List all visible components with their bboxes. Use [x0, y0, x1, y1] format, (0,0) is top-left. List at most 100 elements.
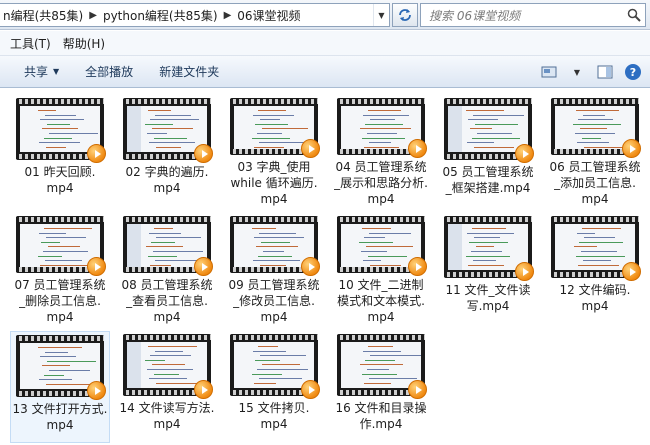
thumbnail-screen	[20, 343, 100, 389]
thumbnail-sidebar	[448, 224, 462, 270]
thumbnail-code-line	[578, 119, 613, 121]
thumbnail-code-line	[149, 378, 187, 380]
film-strip	[337, 335, 425, 340]
file-item[interactable]: 15 文件拷贝. mp4	[224, 331, 324, 443]
share-button[interactable]: 共享 ▼	[16, 60, 67, 83]
breadcrumb-item[interactable]: n编程(共85集)	[0, 7, 86, 24]
preview-pane-icon[interactable]	[594, 61, 616, 83]
menu-tools[interactable]: 工具(T)	[4, 33, 57, 54]
file-name-line: _修改员工信息.	[233, 294, 315, 308]
file-name-line: mp4	[260, 192, 288, 206]
thumbnail-code-line	[366, 246, 413, 248]
address-dropdown-icon[interactable]: ▼	[373, 4, 389, 26]
file-item[interactable]: 03 字典_使用 while 循环遍历. mp4	[224, 95, 324, 207]
file-item[interactable]: 14 文件读写方法. mp4	[117, 331, 217, 443]
file-item[interactable]: 06 员工管理系统 _添加员工信息. mp4	[545, 95, 645, 207]
refresh-button[interactable]	[392, 3, 418, 27]
film-strip	[337, 217, 425, 222]
thumbnail-code-line	[469, 241, 508, 243]
thumbnail-code-line	[368, 110, 401, 111]
address-bar[interactable]: n编程(共85集) ▶ python编程(共85集) ▶ 06课堂视频 ▼	[0, 3, 390, 27]
file-item[interactable]: 12 文件编码. mp4	[545, 213, 645, 325]
thumbnail-code-line	[471, 251, 502, 252]
thumbnail-code-line	[363, 350, 401, 352]
search-input[interactable]: 搜索 06课堂视频	[429, 7, 623, 24]
chevron-down-icon: ▼	[53, 67, 60, 76]
breadcrumb-separator-icon[interactable]: ▶	[86, 10, 100, 21]
thumbnail-code-line	[473, 114, 524, 116]
view-controls: ▼ ?	[538, 61, 644, 83]
file-name-line: mp4	[581, 299, 609, 313]
breadcrumb-separator-icon[interactable]: ▶	[221, 10, 235, 21]
thumbnail-code-line	[365, 359, 395, 361]
file-name-label: 03 字典_使用 while 循环遍历. mp4	[224, 159, 324, 207]
file-list-view[interactable]: 01 昨天回顾. mp4 02 字典的遍历. mp4 03 字典_使用 while 循环遍…	[0, 89, 650, 445]
file-item[interactable]: 13 文件打开方式. mp4	[10, 331, 110, 443]
file-item[interactable]: 16 文件和目录操 作.mp4	[331, 331, 431, 443]
thumbnail-code-line	[49, 133, 98, 134]
thumbnail-code-line	[39, 232, 66, 234]
menu-bar: 工具(T) 帮助(H)	[0, 31, 650, 56]
video-thumbnail	[16, 335, 106, 400]
file-item[interactable]: 01 昨天回顾. mp4	[10, 95, 110, 207]
thumbnail-code-line	[468, 264, 504, 266]
thumbnail-code-line	[40, 356, 76, 358]
play-icon	[87, 144, 106, 163]
file-item[interactable]: 11 文件_文件读 写.mp4	[438, 213, 538, 325]
thumbnail-code-line	[46, 146, 66, 148]
file-name-line: _添加员工信息.	[554, 176, 636, 190]
thumbnail-code-line	[150, 119, 199, 121]
play-icon	[194, 380, 213, 399]
thumbnail-code-line	[153, 251, 203, 252]
menu-help[interactable]: 帮助(H)	[57, 33, 111, 54]
new-folder-button[interactable]: 新建文件夹	[151, 60, 227, 83]
file-item[interactable]: 04 员工管理系统 _展示和思路分析. mp4	[331, 95, 431, 207]
play-all-button[interactable]: 全部播放	[77, 60, 141, 83]
thumbnail-screen	[555, 224, 635, 270]
breadcrumb-item[interactable]: 06课堂视频	[234, 7, 303, 24]
file-item[interactable]: 09 员工管理系统 _修改员工信息. mp4	[224, 213, 324, 325]
thumbnail-code-line	[583, 260, 611, 262]
film-strip	[16, 99, 104, 104]
thumbnail-code-line	[363, 260, 381, 262]
help-icon[interactable]: ?	[622, 61, 644, 83]
share-label: 共享	[24, 65, 49, 79]
view-menu-chevron-icon[interactable]: ▼	[566, 61, 588, 83]
thumbnail-code-line	[253, 114, 294, 116]
thumbnail-code-line	[360, 128, 411, 130]
breadcrumb-item[interactable]: python编程(共85集)	[100, 7, 221, 24]
thumbnail-code-line	[467, 232, 514, 234]
search-field[interactable]: 搜索 06课堂视频	[420, 3, 646, 27]
thumbnail-code-line	[155, 114, 191, 116]
thumbnail-code-line	[369, 232, 411, 234]
thumbnail-code-line	[362, 137, 405, 139]
file-item[interactable]: 07 员工管理系统 _删除员工信息. mp4	[10, 213, 110, 325]
thumbnail-code-line	[368, 255, 407, 257]
play-icon	[301, 257, 320, 276]
thumbnail-code-line	[257, 369, 308, 370]
file-item[interactable]: 02 字典的遍历. mp4	[117, 95, 217, 207]
thumbnail-code-line	[152, 128, 193, 130]
thumbnail-code-line	[44, 228, 92, 229]
thumbnail-code-line	[150, 355, 191, 357]
thumbnail-code-line	[148, 255, 177, 257]
file-item[interactable]: 10 文件_二进制 模式和文本模式. mp4	[331, 213, 431, 325]
thumbnail-code-line	[476, 246, 494, 248]
file-name-label: 04 员工管理系统 _展示和思路分析. mp4	[331, 159, 431, 207]
thumbnail-code-line	[364, 237, 385, 239]
file-name-line: 05 员工管理系统	[442, 165, 534, 179]
search-icon[interactable]	[623, 8, 645, 22]
file-name-line: mp4	[367, 310, 395, 324]
file-name-label: 06 员工管理系统 _添加员工信息. mp4	[545, 159, 645, 207]
view-icon[interactable]	[538, 61, 560, 83]
thumbnail-code-line	[580, 128, 607, 130]
thumbnail-code-line	[254, 146, 284, 148]
thumbnail-code-line	[258, 255, 292, 257]
file-item[interactable]: 08 员工管理系统 _查看员工信息. mp4	[117, 213, 217, 325]
thumbnail-screen	[234, 342, 314, 388]
play-icon	[515, 262, 534, 281]
thumbnail-code-line	[369, 142, 391, 144]
thumbnail-code-line	[39, 142, 80, 144]
file-item[interactable]: 05 员工管理系统 _框架搭建.mp4	[438, 95, 538, 207]
thumbnail-code-line	[252, 137, 290, 139]
